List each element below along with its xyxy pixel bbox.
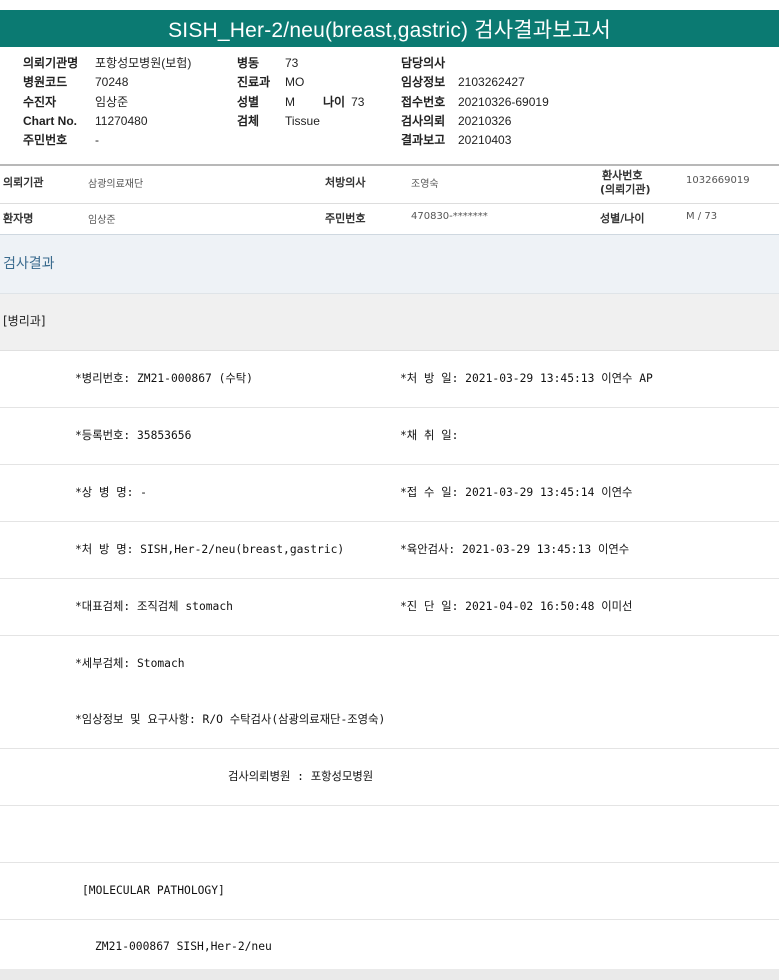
result-row-referral: 검사의뢰병원 : 포항성모병원 [0, 749, 779, 806]
org-label: 의뢰기관 [3, 176, 44, 189]
header-field-patient: 수진자 임상준 [23, 94, 129, 109]
result-row-left: *대표검체: 조직검체 stomach [75, 600, 233, 613]
result-row: *처 방 명: SISH,Her-2/neu(breast,gastric) *… [0, 522, 779, 579]
rrn-label: 주민번호 [325, 212, 366, 225]
header-column-1: 의뢰기관명 포항성모병원(보험) 병원코드 70248 수진자 임상준 Chart N… [23, 54, 191, 150]
patient-name-value: 임상준 [88, 215, 116, 226]
result-row-molecular: [MOLECULAR PATHOLOGY] [0, 863, 779, 920]
doctor-value: 조영숙 [411, 179, 439, 190]
result-row-right: *처 방 일: 2021-03-29 13:45:13 이연수 AP [400, 372, 653, 385]
patno-label-2: (의뢰기관) [600, 183, 651, 196]
result-row-left: *처 방 명: SISH,Her-2/neu(breast,gastric) [75, 543, 345, 556]
header-field-org: 의뢰기관명 포항성모병원(보험) [23, 56, 192, 70]
report-title: SISH_Her-2/neu(breast,gastric) 검사결과보고서 [0, 10, 779, 47]
org-value: 삼광의료재단 [88, 179, 144, 190]
result-row-right: *채 취 일: [400, 429, 459, 442]
rrn-value: 470830-******* [411, 211, 488, 222]
sex-age-label: 성별/나이 [600, 212, 645, 225]
result-row-left: *임상정보 및 요구사항: R/O 수탁검사(삼광의료재단-조영숙) [75, 713, 386, 726]
header-field-receipt-no: 접수번호 20210326-69019 [401, 94, 549, 109]
result-row-right: *진 단 일: 2021-04-02 16:50:48 이미선 [400, 600, 633, 613]
header-field-specimen: 검체 Tissue [237, 113, 320, 128]
result-row-right: *접 수 일: 2021-03-29 13:45:14 이연수 [400, 486, 633, 499]
header-field-doctor: 담당의사 [401, 56, 446, 70]
result-row: *대표검체: 조직검체 stomach *진 단 일: 2021-04-02 1… [0, 579, 779, 636]
result-row-left: *세부검체: Stomach [75, 657, 185, 670]
header-field-clinical-info: 임상정보 2103262427 [401, 75, 525, 90]
header-field-sex-age: 성별 M 나이 73 [237, 94, 365, 109]
patient-name-label: 환자명 [3, 212, 34, 225]
result-row-empty [0, 806, 779, 863]
info-row-2: 환자명 임상준 주민번호 470830-******* 성별/나이 M / 73 [0, 205, 779, 234]
sex-age-value: M / 73 [686, 211, 718, 222]
result-row-left: *병리번호: ZM21-000867 (수탁) [75, 372, 253, 385]
result-row: *임상정보 및 요구사항: R/O 수탁검사(삼광의료재단-조영숙) [0, 692, 779, 749]
header-column-2: 병동 73 진료과 MO 성별 M 나이 73 검체 Tissue [237, 54, 364, 131]
result-row: *상 병 명: - *접 수 일: 2021-03-29 13:45:14 이연… [0, 465, 779, 522]
result-row-left: *상 병 명: - [75, 486, 147, 499]
header-field-department: 진료과 MO [237, 75, 305, 90]
doctor-label: 처방의사 [325, 176, 366, 189]
header-field-report-date: 결과보고 20210403 [401, 133, 512, 148]
molecular-item: ZM21-000867 SISH,Her-2/neu [95, 940, 272, 953]
result-row: *병리번호: ZM21-000867 (수탁) *처 방 일: 2021-03-… [0, 351, 779, 408]
header-field-ward: 병동 73 [237, 56, 299, 70]
referral-hospital: 검사의뢰병원 : 포항성모병원 [228, 770, 374, 783]
patno-value: 1032669019 [686, 175, 750, 186]
department-label: [병리과] [0, 294, 779, 351]
header-field-chart-no: Chart No. 11270480 [23, 113, 148, 128]
header-field-request-date: 검사의뢰 20210326 [401, 113, 512, 128]
result-row: *세부검체: Stomach [0, 636, 779, 693]
bottom-scroll-area [0, 969, 779, 980]
header-field-rrn: 주민번호 - [23, 133, 99, 148]
result-row-molecular-item: ZM21-000867 SISH,Her-2/neu [0, 920, 779, 969]
header-column-3: 담당의사 임상정보 2103262427 접수번호 20210326-69019 검… [401, 54, 549, 150]
molecular-pathology-heading: [MOLECULAR PATHOLOGY] [82, 884, 225, 897]
header-field-hospital-code: 병원코드 70248 [23, 75, 129, 90]
result-section-header: 검사결과 [0, 234, 779, 294]
result-row: *등록번호: 35853656 *채 취 일: [0, 408, 779, 465]
result-row-right: *육안검사: 2021-03-29 13:45:13 이연수 [400, 543, 630, 556]
result-row-left: *등록번호: 35853656 [75, 429, 192, 442]
info-row-1: 의뢰기관 삼광의료재단 처방의사 조영숙 환사번호 (의뢰기관) 1032669… [0, 166, 779, 204]
